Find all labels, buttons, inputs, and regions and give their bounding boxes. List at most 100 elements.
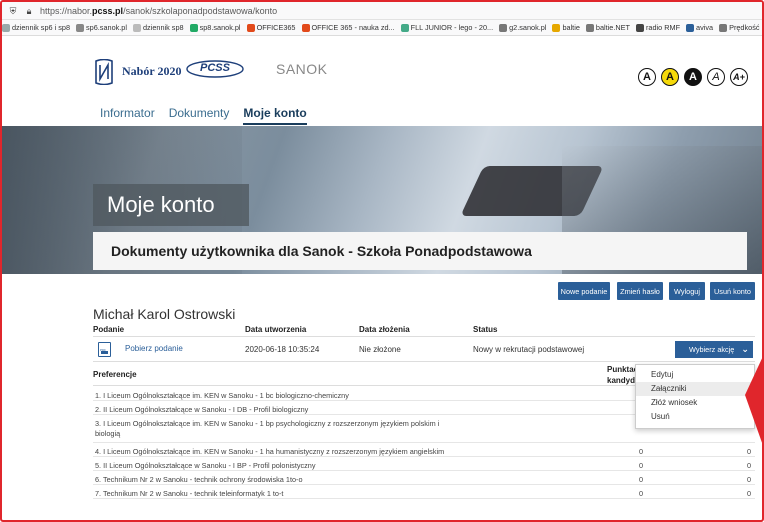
address-bar[interactable]: ⛨ 🔒︎ https://nabor. pcss.pl/sanok/szkolap…: [2, 2, 762, 20]
bookmark-label: aviva: [696, 23, 714, 32]
divider: [93, 336, 755, 337]
bookmark-label: sp8.sanok.pl: [199, 23, 241, 32]
col-header-submitted: Data złożenia: [359, 325, 410, 334]
change-password-button[interactable]: Zmień hasło: [617, 282, 663, 300]
delete-account-button[interactable]: Usuń konto: [710, 282, 755, 300]
bookmark-favicon-icon: [552, 23, 561, 32]
bookmark-item[interactable]: dziennik sp8: [133, 23, 184, 32]
download-application-link[interactable]: Pobierz podanie: [125, 344, 183, 353]
font-larger-button[interactable]: A+: [730, 68, 748, 86]
bookmark-favicon-icon: [133, 23, 141, 32]
font-default-button[interactable]: A: [707, 68, 725, 86]
bookmark-item[interactable]: FLL JUNIOR - lego - 20...: [400, 23, 494, 32]
bookmark-item[interactable]: baltie: [552, 23, 580, 32]
menu-item-edit[interactable]: Edytuj: [636, 368, 754, 382]
menu-item-delete[interactable]: Usuń: [636, 410, 754, 424]
bookmark-item[interactable]: g2.sanok.pl: [499, 23, 546, 32]
menu-item-attachments[interactable]: Załączniki: [636, 382, 754, 396]
bookmark-favicon-icon: [635, 23, 644, 32]
preference-row: 4. I Liceum Ogólnokształcące im. KEN w S…: [93, 443, 755, 457]
submitted-status: Nie złożone: [359, 345, 401, 354]
col-header-created: Data utworzenia: [245, 325, 307, 334]
tab-moje-konto[interactable]: Moje konto: [243, 106, 307, 125]
nabor-title[interactable]: Nabór 2020: [122, 64, 181, 79]
bookmark-item[interactable]: sp6.sanok.pl: [76, 23, 127, 32]
bookmark-item[interactable]: aviva: [686, 23, 713, 32]
annotation-arrow-icon: [745, 358, 762, 443]
preference-points-total: 0: [747, 461, 752, 470]
url-path: /sanok/szkolaponadpodstawowa/konto: [123, 5, 278, 16]
bookmark-item[interactable]: baltie.NET: [585, 23, 630, 32]
contrast-yellow-button[interactable]: A: [661, 68, 679, 86]
bookmark-favicon-icon: [719, 23, 728, 32]
preference-name: 5. II Liceum Ogólnokształcące w Sanoku -…: [95, 461, 316, 470]
bookmark-favicon-icon: [301, 23, 310, 32]
bookmark-favicon-icon: [400, 23, 409, 32]
bookmark-label: OFFICE 365 - nauka zd...: [311, 23, 395, 32]
bookmark-favicon-icon: [246, 23, 255, 32]
bookmark-label: baltie: [562, 23, 580, 32]
bookmark-favicon-icon: [76, 23, 85, 32]
bookmark-item[interactable]: dziennik sp6 i sp8: [2, 23, 70, 32]
bookmark-item[interactable]: OFFICE 365 - nauka zd...: [301, 23, 395, 32]
pcss-label: PCSS: [200, 62, 230, 74]
tab-informator[interactable]: Informator: [100, 106, 155, 125]
bookmarks-bar: dziennik sp6 i sp8 sp6.sanok.pl dziennik s…: [2, 20, 762, 36]
preference-name: 3. I Liceum Ogólnokształcące im. KEN w S…: [95, 419, 440, 438]
pcss-logo[interactable]: PCSS: [185, 58, 245, 80]
contrast-dark-button[interactable]: A: [684, 68, 702, 86]
logout-button[interactable]: Wyloguj: [669, 282, 705, 300]
preference-row: 5. II Liceum Ogólnokształcące w Sanoku -…: [93, 457, 755, 471]
bookmark-item[interactable]: sp8.sanok.pl: [189, 23, 241, 32]
preference-name: 4. I Liceum Ogólnokształcące im. KEN w S…: [95, 447, 445, 456]
bookmark-label: sp6.sanok.pl: [86, 23, 127, 32]
bookmark-label: dziennik sp6 i sp8: [12, 23, 71, 32]
preference-points: 0: [639, 489, 644, 498]
preference-name: 7. Technikum Nr 2 w Sanoku - technik tel…: [95, 489, 284, 498]
recruitment-status: Nowy w rekrutacji podstawowej: [473, 345, 585, 354]
col-header-application: Podanie: [93, 325, 125, 334]
bookmark-label: dziennik sp8: [143, 23, 184, 32]
url-prefix: https://nabor.: [40, 5, 93, 16]
contrast-default-button[interactable]: A: [638, 68, 656, 86]
browser-window: ⛨ 🔒︎ https://nabor. pcss.pl/sanok/szkolap…: [0, 0, 764, 522]
pdf-file-icon[interactable]: PDF: [98, 342, 111, 357]
preference-name: 2. II Liceum Ogólnokształcące w Sanoku -…: [95, 405, 309, 414]
preference-points: 0: [639, 447, 644, 456]
url-domain: pcss.pl: [92, 5, 124, 16]
preference-points-total: 0: [747, 489, 752, 498]
action-menu: Edytuj Załączniki Złóż wniosek Usuń: [635, 364, 755, 429]
bookmark-item[interactable]: OFFICE365: [246, 23, 296, 32]
bookmark-item[interactable]: radio RMF: [635, 23, 681, 32]
menu-item-submit[interactable]: Złóż wniosek: [636, 396, 754, 410]
bookmark-label: FLL JUNIOR - lego - 20...: [410, 23, 494, 32]
bookmark-label: OFFICE365: [256, 23, 296, 32]
col-header-status: Status: [473, 325, 498, 334]
bookmark-label: Prędkość INTERNETU: [729, 23, 762, 32]
pdf-label: PDF: [100, 348, 106, 352]
lock-icon[interactable]: 🔒︎: [24, 6, 34, 16]
bookmark-favicon-icon: [189, 23, 198, 32]
preference-name: 6. Technikum Nr 2 w Sanoku - technik och…: [95, 475, 303, 484]
nabor-logo-icon[interactable]: [93, 59, 115, 85]
action-dropdown-label: Wybierz akcję: [689, 345, 735, 354]
created-date: 2020-06-18 10:35:24: [245, 345, 320, 354]
preference-name: 1. I Liceum Ogólnokształcące im. KEN w S…: [95, 391, 349, 400]
city-label: SANOK: [276, 61, 328, 77]
shield-icon[interactable]: ⛨: [8, 6, 18, 16]
divider: [93, 361, 755, 362]
bookmark-favicon-icon: [2, 23, 10, 32]
bookmark-label: radio RMF: [645, 23, 681, 32]
user-name: Michał Karol Ostrowski: [93, 306, 236, 322]
preference-row: 6. Technikum Nr 2 w Sanoku - technik och…: [93, 471, 755, 485]
preference-points: 0: [639, 475, 644, 484]
new-application-button[interactable]: Nowe podanie: [558, 282, 610, 300]
bookmark-label: baltie.NET: [595, 23, 630, 32]
page-subtitle: Dokumenty użytkownika dla Sanok - Szkoła…: [93, 232, 747, 270]
preference-points-total: 0: [747, 475, 752, 484]
tab-dokumenty[interactable]: Dokumenty: [169, 106, 230, 125]
bookmark-item[interactable]: Prędkość INTERNETU: [719, 23, 762, 32]
bookmark-favicon-icon: [686, 23, 695, 32]
main-nav: Informator Dokumenty Moje konto: [100, 106, 321, 125]
preference-row: 7. Technikum Nr 2 w Sanoku - technik tel…: [93, 485, 755, 499]
